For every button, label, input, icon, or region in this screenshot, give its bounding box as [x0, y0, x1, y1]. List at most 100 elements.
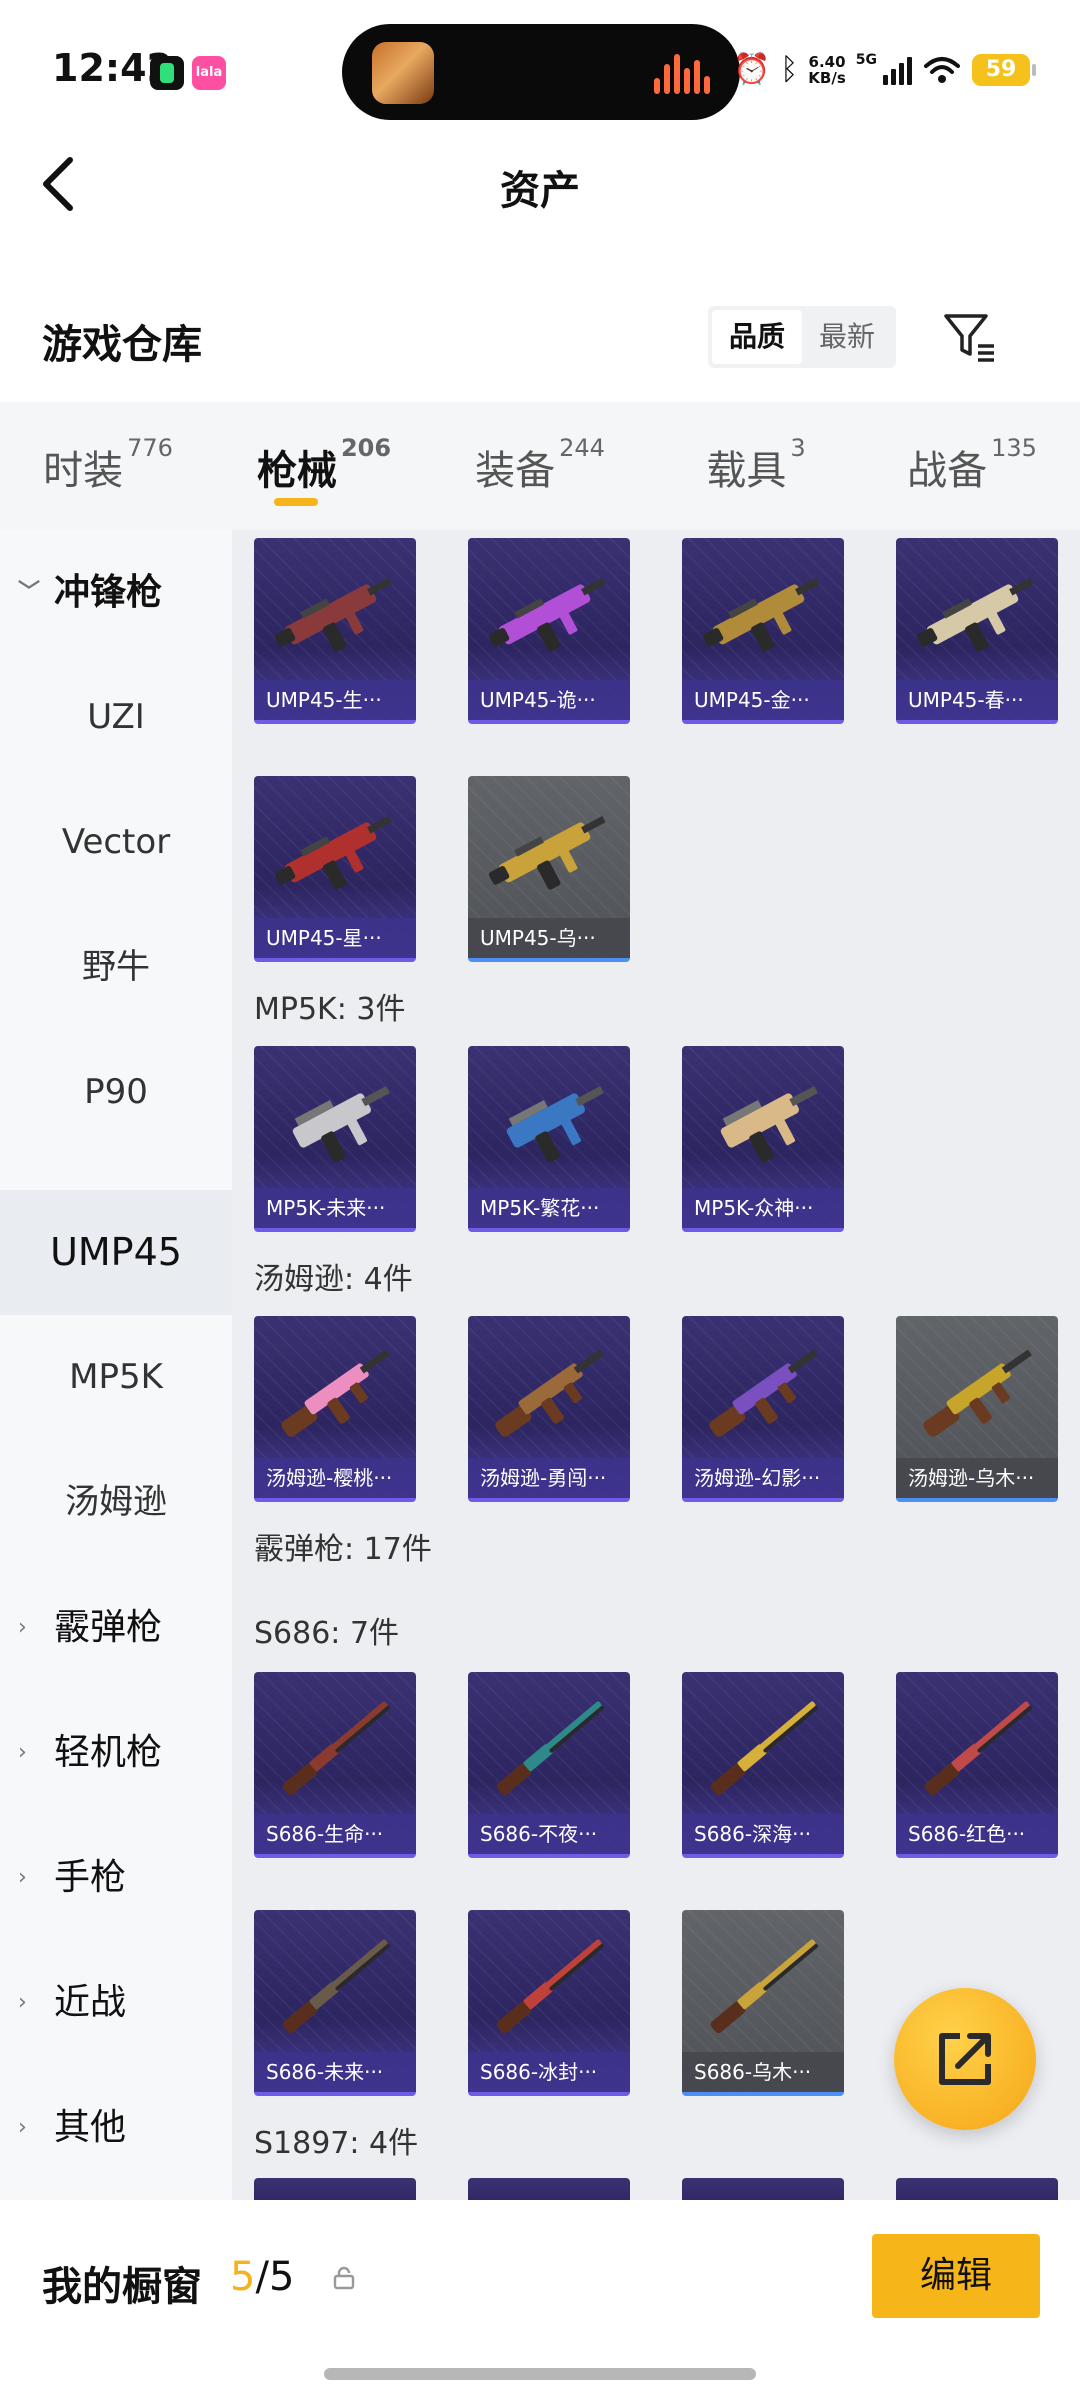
weapon-image	[292, 1086, 390, 1163]
share-fab[interactable]	[894, 1988, 1036, 2130]
weapon-category-sidebar: ﹀ 冲锋枪 UZI Vector 野牛 P90 UMP45 MP5K 汤姆逊 › 霰…	[0, 530, 232, 2200]
weapon-card[interactable]: S686-生命···	[254, 1672, 416, 1858]
sidebar-group-smg[interactable]: ﹀ 冲锋枪	[0, 530, 232, 655]
weapon-card[interactable]: UMP45-乌···	[468, 776, 630, 962]
weapon-card[interactable]: UMP45-星···	[254, 776, 416, 962]
sidebar-group-melee[interactable]: › 近战	[0, 1940, 232, 2065]
chevron-right-icon: ›	[18, 1615, 27, 1640]
section-title-thompson: 汤姆逊: 4件	[254, 1262, 413, 1297]
weapon-card[interactable]: 汤姆逊-樱桃···	[254, 1316, 416, 1502]
warehouse-title: 游戏仓库	[42, 322, 202, 368]
sidebar-item-ump45[interactable]: UMP45	[0, 1190, 232, 1315]
chevron-down-icon: ﹀	[18, 580, 41, 605]
sidebar-group-pistol[interactable]: › 手枪	[0, 1815, 232, 1940]
weapon-image	[496, 1939, 605, 2034]
weapon-card[interactable]: UMP45-春···	[896, 538, 1058, 724]
weapon-image	[274, 578, 392, 652]
weapon-image	[710, 1701, 819, 1796]
weapon-image	[496, 1701, 605, 1796]
weapon-card[interactable]: MP5K-繁花···	[468, 1046, 630, 1232]
weapon-image	[702, 578, 820, 652]
weapon-card[interactable]: S686-冰封···	[468, 1910, 630, 2096]
sort-toggle: 品质 最新	[708, 306, 896, 368]
showcase-count: 5/5	[230, 2254, 295, 2300]
weapon-name: UMP45-金···	[682, 680, 844, 720]
weapon-card[interactable]	[468, 2178, 630, 2200]
weapon-card[interactable]: UMP45-金···	[682, 538, 844, 724]
weapon-card[interactable]: MP5K-未来···	[254, 1046, 416, 1232]
signal-icon	[883, 55, 912, 85]
weapon-image	[923, 1349, 1032, 1437]
sidebar-item-p90[interactable]: P90	[0, 1030, 232, 1155]
sidebar-item-thompson[interactable]: 汤姆逊	[0, 1440, 232, 1565]
weapon-card[interactable]: S686-乌木···	[682, 1910, 844, 2096]
weapon-name: UMP45-生···	[254, 680, 416, 720]
active-tab-indicator	[274, 498, 318, 506]
weapon-card[interactable]: S686-不夜···	[468, 1672, 630, 1858]
weapon-card[interactable]	[682, 2178, 844, 2200]
weapon-image	[709, 1349, 818, 1437]
tab-vehicles[interactable]: 载具 3	[648, 402, 864, 530]
section-title-mp5k: MP5K: 3件	[254, 992, 406, 1027]
weapon-name: UMP45-乌···	[468, 918, 630, 958]
dynamic-island[interactable]	[342, 24, 740, 120]
status-bar: 12:42 lala ⏰ ᛒ 6.40 KB/s 5G 59	[0, 0, 1080, 140]
weapon-name: S686-不夜···	[468, 1814, 630, 1854]
weapon-image	[720, 1086, 818, 1163]
sidebar-item-uzi[interactable]: UZI	[0, 655, 232, 780]
weapon-image	[282, 1939, 391, 2034]
network-speed: 6.40 KB/s	[808, 53, 846, 87]
weapon-card[interactable]: S686-红色···	[896, 1672, 1058, 1858]
weapon-card[interactable]: UMP45-诡···	[468, 538, 630, 724]
home-indicator[interactable]	[324, 2368, 756, 2380]
share-icon	[939, 2033, 991, 2085]
weapon-card[interactable]: UMP45-生···	[254, 538, 416, 724]
sidebar-item-mp5k[interactable]: MP5K	[0, 1315, 232, 1440]
lala-app-icon: lala	[192, 56, 226, 90]
media-thumbnail	[372, 42, 434, 104]
weapon-card[interactable]: S686-未来···	[254, 1910, 416, 2096]
category-tabs: 时装 776 枪械 206 装备 244 载具 3 战备 135	[0, 402, 1080, 530]
bluetooth-icon: ᛒ	[780, 52, 799, 87]
tab-equipment[interactable]: 装备 244	[432, 402, 648, 530]
edit-button[interactable]: 编辑	[872, 2234, 1040, 2318]
weapon-name: 汤姆逊-幻影···	[682, 1458, 844, 1498]
weapon-card[interactable]: 汤姆逊-勇闯···	[468, 1316, 630, 1502]
weapon-name: MP5K-繁花···	[468, 1188, 630, 1228]
weapon-image	[924, 1701, 1033, 1796]
tab-fashion[interactable]: 时装 776	[0, 402, 216, 530]
sidebar-item-bizon[interactable]: 野牛	[0, 905, 232, 1030]
chevron-right-icon: ›	[18, 1865, 27, 1890]
section-title-s1897: S1897: 4件	[254, 2126, 419, 2161]
chevron-right-icon: ›	[18, 1990, 27, 2015]
sidebar-group-shotgun[interactable]: › 霰弹枪	[0, 1565, 232, 1690]
tab-firearms[interactable]: 枪械 206	[216, 402, 432, 530]
sort-by-newest[interactable]: 最新	[802, 310, 892, 364]
lock-icon	[333, 2266, 355, 2290]
sidebar-item-vector[interactable]: Vector	[0, 780, 232, 905]
weapon-card[interactable]	[254, 2178, 416, 2200]
filter-icon[interactable]	[940, 306, 1000, 366]
weapon-image	[916, 578, 1034, 652]
weapon-image	[488, 816, 606, 890]
weapon-name: S686-冰封···	[468, 2052, 630, 2092]
weapon-card[interactable]: MP5K-众神···	[682, 1046, 844, 1232]
tab-supplies[interactable]: 战备 135	[864, 402, 1080, 530]
weapon-image	[506, 1086, 604, 1163]
sidebar-group-other[interactable]: › 其他	[0, 2065, 232, 2190]
section-title-shotgun: 霰弹枪: 17件	[254, 1532, 432, 1567]
chevron-right-icon: ›	[18, 1740, 27, 1765]
audio-wave-icon	[654, 54, 710, 94]
sort-by-quality[interactable]: 品质	[712, 310, 802, 364]
sidebar-group-lmg[interactable]: › 轻机枪	[0, 1690, 232, 1815]
weapon-grid: UMP45-生··· UMP45-诡··· UMP45-金··· UMP45-春…	[232, 530, 1080, 2200]
weapon-card[interactable]: 汤姆逊-幻影···	[682, 1316, 844, 1502]
showcase-label: 我的橱窗	[42, 2264, 202, 2310]
weapon-name: S686-未来···	[254, 2052, 416, 2092]
weapon-name: S686-乌木···	[682, 2052, 844, 2092]
weapon-card[interactable]: S686-深海···	[682, 1672, 844, 1858]
weapon-name: 汤姆逊-乌木···	[896, 1458, 1058, 1498]
network-type: 5G	[855, 52, 877, 68]
weapon-card[interactable]	[896, 2178, 1058, 2200]
weapon-card[interactable]: 汤姆逊-乌木···	[896, 1316, 1058, 1502]
